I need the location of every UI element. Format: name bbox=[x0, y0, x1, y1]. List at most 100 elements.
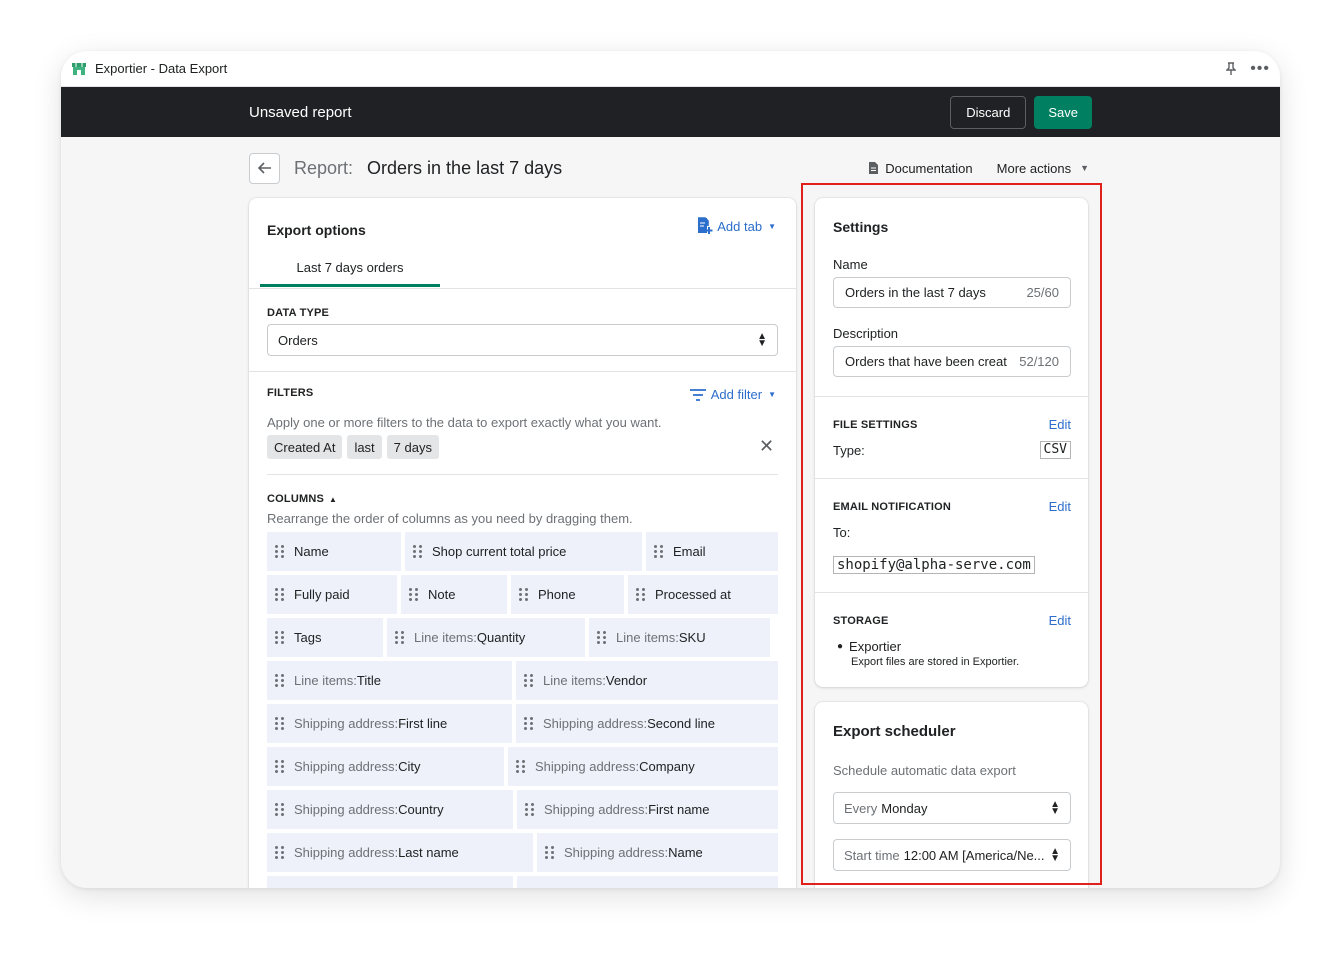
drag-handle-icon[interactable] bbox=[275, 846, 285, 859]
column-name: SKU bbox=[678, 630, 706, 645]
drag-handle-icon[interactable] bbox=[519, 588, 529, 601]
column-chip[interactable]: Note bbox=[401, 575, 507, 614]
column-row: Shipping address: Last name Shipping addr… bbox=[267, 833, 778, 872]
drag-handle-icon[interactable] bbox=[413, 545, 423, 558]
pin-icon[interactable] bbox=[1226, 61, 1237, 76]
filter-tag[interactable]: 7 days bbox=[386, 435, 439, 459]
drag-handle-icon[interactable] bbox=[409, 588, 419, 601]
column-chip[interactable]: Email bbox=[646, 532, 778, 571]
column-chip[interactable]: Line items: Vendor bbox=[516, 661, 778, 700]
back-button[interactable] bbox=[249, 152, 280, 184]
drag-handle-icon[interactable] bbox=[545, 846, 555, 859]
drag-handle-icon[interactable] bbox=[275, 545, 285, 558]
filter-tag[interactable]: Created At bbox=[267, 435, 343, 459]
filter-icon bbox=[689, 388, 706, 401]
columns-toggle[interactable]: COLUMNS ▲ bbox=[267, 493, 337, 505]
data-type-value: Orders bbox=[278, 332, 318, 348]
add-filter-label: Add filter bbox=[710, 387, 763, 402]
column-chip[interactable]: Shipping address: First line bbox=[267, 704, 512, 743]
column-chip[interactable]: Name bbox=[267, 532, 401, 571]
column-prefix: Shipping address: bbox=[294, 716, 399, 731]
tab-last-7-days-orders[interactable]: Last 7 days orders bbox=[260, 250, 440, 287]
remove-filter-close-icon[interactable]: ✕ bbox=[759, 436, 774, 457]
filters-label: FILTERS bbox=[267, 387, 314, 399]
drag-handle-icon[interactable] bbox=[524, 717, 534, 730]
column-name: Last name bbox=[398, 845, 459, 860]
column-name: Name bbox=[668, 845, 703, 860]
drag-handle-icon[interactable] bbox=[524, 674, 534, 687]
column-name: City bbox=[398, 759, 421, 774]
app-window: Exportier - Data Export ••• Unsaved repo… bbox=[61, 51, 1280, 888]
add-filter-button[interactable]: Add filter ▼ bbox=[689, 387, 776, 402]
column-chip[interactable]: Shipping address: City bbox=[267, 747, 504, 786]
column-prefix: Shipping address: bbox=[294, 759, 399, 774]
drag-handle-icon[interactable] bbox=[525, 803, 535, 816]
column-chip[interactable]: Shipping address: Company bbox=[508, 747, 778, 786]
column-chip[interactable]: Line items: SKU bbox=[589, 618, 770, 657]
drag-handle-icon[interactable] bbox=[636, 588, 646, 601]
column-name: Shop current total price bbox=[432, 544, 567, 559]
column-chip[interactable]: Line items: Quantity bbox=[387, 618, 585, 657]
column-prefix: Shipping address: bbox=[294, 845, 399, 860]
unsaved-report-title: Unsaved report bbox=[249, 103, 352, 121]
drag-handle-icon[interactable] bbox=[275, 674, 285, 687]
highlight-box bbox=[801, 183, 1102, 885]
column-chip[interactable]: Shipping address: Name bbox=[537, 833, 778, 872]
column-row: Shipping address: Country Shipping addres… bbox=[267, 790, 778, 829]
drag-handle-icon[interactable] bbox=[275, 631, 285, 644]
column-prefix: Shipping address: bbox=[544, 802, 649, 817]
drag-handle-icon[interactable] bbox=[275, 717, 285, 730]
column-name: Quantity bbox=[476, 630, 526, 645]
column-chip[interactable]: Processed at bbox=[628, 575, 778, 614]
column-prefix: Shipping address: bbox=[543, 716, 648, 731]
column-chip[interactable]: Phone bbox=[511, 575, 624, 614]
column-prefix: Shipping address: bbox=[294, 802, 399, 817]
column-chip[interactable]: Shop current total price bbox=[405, 532, 642, 571]
save-button[interactable]: Save bbox=[1034, 95, 1092, 129]
add-tab-button[interactable]: Add tab ▼ bbox=[697, 217, 776, 235]
column-name: Name bbox=[294, 544, 329, 559]
documentation-link[interactable]: Documentation bbox=[868, 161, 973, 176]
discard-button[interactable]: Discard bbox=[950, 95, 1027, 129]
caret-down-icon: ▼ bbox=[768, 221, 776, 231]
drag-handle-icon[interactable] bbox=[275, 588, 285, 601]
drag-handle-icon[interactable] bbox=[597, 631, 607, 644]
add-tab-label: Add tab bbox=[717, 218, 763, 234]
column-name: Second line bbox=[647, 716, 716, 731]
report-header: Report: Orders in the last 7 days Docume… bbox=[249, 151, 1089, 185]
column-name: Vendor bbox=[605, 673, 648, 688]
data-type-select[interactable]: Orders ▲ ▼ bbox=[267, 324, 778, 356]
columns-label: COLUMNS bbox=[267, 493, 325, 505]
column-name: First line bbox=[398, 716, 448, 731]
column-chip[interactable]: Shipping address: Last name bbox=[267, 833, 533, 872]
data-type-label: DATA TYPE bbox=[267, 307, 330, 319]
add-document-icon bbox=[698, 217, 713, 234]
column-name: Note bbox=[428, 587, 456, 602]
filters-help: Apply one or more filters to the data to… bbox=[267, 415, 662, 430]
column-chip[interactable] bbox=[517, 876, 778, 888]
drag-handle-icon[interactable] bbox=[654, 545, 664, 558]
column-chip[interactable]: Line items: Title bbox=[267, 661, 512, 700]
column-chip[interactable] bbox=[267, 876, 513, 888]
column-chip[interactable]: Shipping address: Country bbox=[267, 790, 513, 829]
column-chip[interactable]: Shipping address: First name bbox=[517, 790, 778, 829]
filter-tag[interactable]: last bbox=[347, 435, 382, 459]
column-name: Country bbox=[398, 802, 444, 817]
column-chip[interactable]: Tags bbox=[267, 618, 383, 657]
drag-handle-icon[interactable] bbox=[275, 760, 285, 773]
column-name: Company bbox=[639, 759, 695, 774]
drag-handle-icon[interactable] bbox=[395, 631, 405, 644]
drag-handle-icon[interactable] bbox=[275, 803, 285, 816]
column-row: Name Shop current total price Email bbox=[267, 532, 778, 571]
column-chip[interactable]: Shipping address: Second line bbox=[516, 704, 778, 743]
drag-handle-icon[interactable] bbox=[516, 760, 526, 773]
column-chip[interactable]: Fully paid bbox=[267, 575, 397, 614]
export-options-card: Export options Add tab ▼ Last 7 days ord… bbox=[249, 198, 796, 888]
column-row: Line items: Title Line items: Vendor bbox=[267, 661, 778, 700]
column-name: Title bbox=[356, 673, 381, 688]
app-title: Exportier - Data Export bbox=[95, 61, 228, 76]
caret-down-icon: ▼ bbox=[768, 390, 776, 399]
more-horizontal-icon[interactable]: ••• bbox=[1250, 60, 1270, 78]
top-bar: Unsaved report Discard Save bbox=[61, 87, 1280, 137]
more-actions-button[interactable]: More actions ▼ bbox=[997, 161, 1089, 176]
